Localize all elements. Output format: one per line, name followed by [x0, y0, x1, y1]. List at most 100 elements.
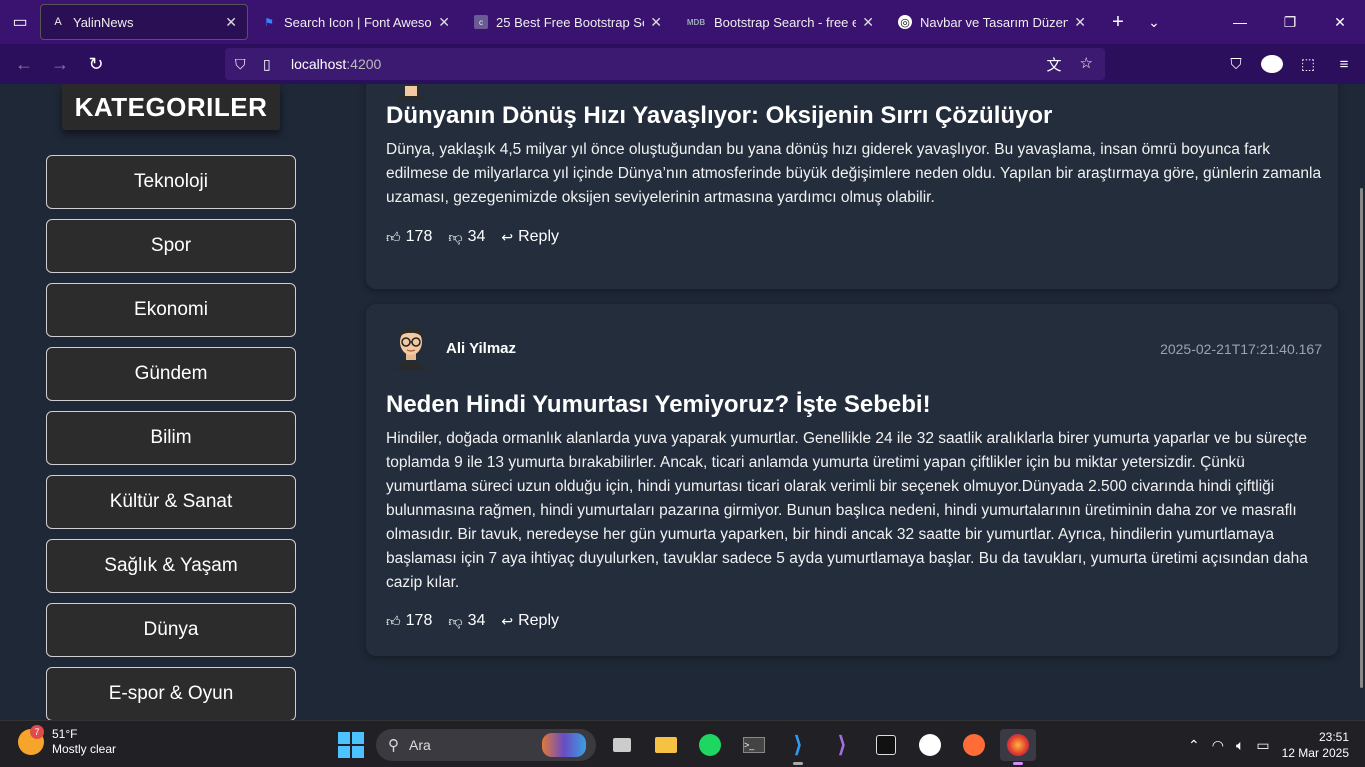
start-button[interactable] [338, 732, 364, 758]
restore-icon[interactable]: ❐ [1265, 0, 1315, 44]
wifi-icon[interactable]: ◠ [1212, 737, 1224, 754]
search-icon: ⚲ [388, 737, 399, 754]
dislike-button[interactable]: 👎︎ 34 [448, 612, 485, 630]
minimize-icon[interactable]: — [1215, 0, 1265, 44]
clock-date: 12 Mar 2025 [1281, 746, 1349, 760]
post-title[interactable]: Dünyanın Dönüş Hızı Yavaşlıyor: Oksijeni… [386, 102, 1052, 130]
category-teknoloji[interactable]: Teknoloji [46, 155, 296, 209]
tab-chatgpt[interactable]: ◎ Navbar ve Tasarım Düzenleme ✕ [888, 4, 1096, 40]
dislike-button[interactable]: 👎︎ 34 [448, 228, 485, 246]
chatgpt-favicon-icon: ◎ [898, 15, 912, 29]
page-icon[interactable]: ▯ [263, 56, 283, 73]
reload-icon[interactable]: ↻ [78, 46, 114, 82]
clock-time: 23:51 [1318, 730, 1349, 744]
spotify-icon[interactable] [692, 729, 728, 761]
list-all-tabs-icon[interactable]: ⌄ [1136, 14, 1172, 31]
like-count: 178 [405, 228, 433, 245]
back-icon[interactable]: ← [6, 46, 42, 82]
tab-font-awesome[interactable]: ⚑ Search Icon | Font Awesome ✕ [252, 4, 460, 40]
translate-icon[interactable]: 文 [1047, 54, 1062, 75]
colorlib-favicon-icon: c [474, 15, 488, 29]
category-gundem[interactable]: Gündem [46, 347, 296, 401]
like-button[interactable]: 👍︎ 178 [386, 612, 432, 630]
forward-icon[interactable]: → [42, 46, 78, 82]
reply-icon: ↩ [501, 612, 514, 629]
postman-icon[interactable] [956, 729, 992, 761]
author-name[interactable]: Ali Yilmaz [446, 340, 516, 357]
url-bar[interactable]: ⛉ ▯ localhost:4200 文 ☆ [225, 48, 1105, 80]
category-espor-oyun[interactable]: E-spor & Oyun [46, 667, 296, 720]
post-date: 2025-02-21T17:21:40.167 [1160, 341, 1322, 357]
tab-colorlib[interactable]: c 25 Best Free Bootstrap Search ✕ [464, 4, 672, 40]
close-icon[interactable]: ✕ [650, 14, 662, 31]
post-title[interactable]: Neden Hindi Yumurtası Yemiyoruz? İşte Se… [386, 391, 931, 419]
volume-icon[interactable]: 🔈︎ [1236, 737, 1244, 754]
task-view-icon[interactable] [604, 729, 640, 761]
reply-icon: ↩ [501, 228, 514, 245]
shield-icon[interactable]: ⛉ [235, 56, 255, 73]
close-icon[interactable]: ✕ [862, 14, 874, 31]
tab-overview-icon[interactable]: ▭ [0, 0, 40, 44]
post-actions: 👍︎ 178 👎︎ 34 ↩ Reply [386, 612, 575, 630]
app-circle-icon[interactable] [912, 729, 948, 761]
tab-label: Navbar ve Tasarım Düzenleme [920, 14, 1069, 30]
close-icon[interactable]: ✕ [1074, 14, 1086, 31]
category-spor[interactable]: Spor [46, 219, 296, 273]
weather-temp: 51°F [52, 727, 78, 741]
reply-label: Reply [518, 228, 559, 245]
pocket-icon[interactable]: ⛉ [1225, 56, 1247, 73]
post-body: Dünya, yaklaşık 4,5 milyar yıl önce oluş… [386, 141, 1322, 206]
reply-button[interactable]: ↩ Reply [501, 612, 559, 630]
thumbs-up-icon: 👍︎ [386, 612, 401, 629]
mdb-favicon-icon: MDB [686, 17, 706, 27]
account-avatar[interactable]: S [1261, 55, 1283, 73]
tab-label: Bootstrap Search - free exam [714, 14, 857, 30]
categories-title: KATEGORILER [62, 84, 280, 130]
post-body: Hindiler, doğada ormanlık alanlarda yuva… [386, 430, 1308, 591]
category-kultur-sanat[interactable]: Kültür & Sanat [46, 475, 296, 529]
page-content: KATEGORILER Teknoloji Spor Ekonomi Günde… [0, 84, 1365, 720]
menu-icon[interactable]: ≡ [1333, 56, 1355, 73]
reply-button[interactable]: ↩ Reply [501, 228, 559, 246]
close-icon[interactable]: ✕ [438, 14, 450, 31]
terminal-icon[interactable]: >_ [736, 729, 772, 761]
category-bilim[interactable]: Bilim [46, 411, 296, 465]
tab-yalinnews[interactable]: A YalinNews ✕ [40, 4, 248, 40]
url-text[interactable]: localhost:4200 [291, 56, 381, 72]
category-dunya[interactable]: Dünya [46, 603, 296, 657]
visual-studio-icon[interactable]: ⟩ [824, 729, 860, 761]
browser-nav-bar: ← → ↻ ⛉ ▯ localhost:4200 文 ☆ ⛉ S ⬚ ≡ [0, 44, 1365, 84]
yalinnews-favicon-icon: A [54, 16, 62, 28]
firefox-icon[interactable] [1000, 729, 1036, 765]
weather-icon: 7 [18, 725, 44, 755]
post-actions: 👍︎ 178 👎︎ 34 ↩ Reply [386, 228, 575, 246]
flag-favicon-icon: ⚑ [264, 16, 274, 29]
new-tab-button[interactable]: + [1100, 11, 1136, 34]
url-host: localhost [291, 56, 347, 72]
reply-label: Reply [518, 612, 559, 629]
battery-icon[interactable]: ▭ [1256, 737, 1269, 754]
file-explorer-icon[interactable] [648, 729, 684, 761]
tab-label: 25 Best Free Bootstrap Search [496, 14, 644, 30]
thumbs-down-icon: 👎︎ [448, 228, 463, 245]
close-icon[interactable]: ✕ [225, 14, 237, 31]
category-saglik-yasam[interactable]: Sağlık & Yaşam [46, 539, 296, 593]
tab-label: Search Icon | Font Awesome [284, 14, 432, 30]
taskbar-search[interactable]: ⚲ Ara [376, 729, 596, 761]
close-window-icon[interactable]: ✕ [1315, 0, 1365, 44]
category-ekonomi[interactable]: Ekonomi [46, 283, 296, 337]
app-cube-icon[interactable] [868, 729, 904, 761]
vscode-icon[interactable]: ⟩ [780, 729, 816, 765]
extensions-icon[interactable]: ⬚ [1297, 55, 1319, 73]
like-button[interactable]: 👍︎ 178 [386, 228, 432, 246]
windows-taskbar: 7 51°F Mostly clear ⚲ Ara >_ ⟩ ⟩ ⌃ ◠ 🔈︎ … [0, 720, 1365, 767]
chevron-up-icon[interactable]: ⌃ [1188, 737, 1200, 754]
tab-mdb[interactable]: MDB Bootstrap Search - free exam ✕ [676, 4, 884, 40]
thumbs-down-icon: 👎︎ [448, 612, 463, 629]
bookmark-star-icon[interactable]: ☆ [1080, 54, 1093, 75]
page-scrollbar[interactable] [1360, 188, 1363, 688]
weather-widget[interactable]: 7 51°F Mostly clear [18, 725, 116, 757]
like-count: 178 [405, 612, 433, 629]
dislike-count: 34 [467, 228, 486, 245]
system-clock[interactable]: 23:51 12 Mar 2025 [1282, 729, 1349, 761]
